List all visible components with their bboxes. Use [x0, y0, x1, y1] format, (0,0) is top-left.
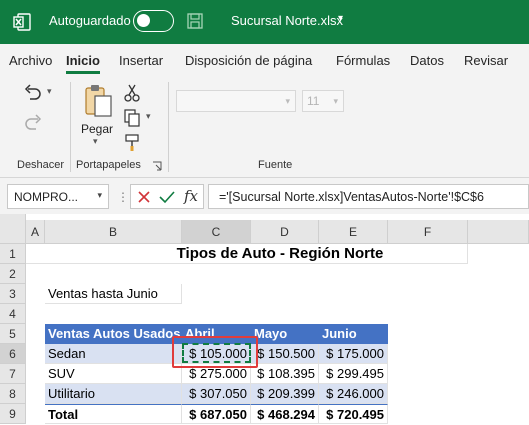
paste-label[interactable]: Pegar [81, 122, 113, 136]
formula-buttons: fx [130, 184, 204, 209]
table-total-cell[interactable]: $ 468.294 [251, 404, 319, 424]
table-header-category[interactable]: Ventas Autos Usados [45, 324, 182, 344]
font-size-select[interactable]: 11 ▾ [302, 90, 344, 112]
row-header-3[interactable]: 3 [0, 284, 26, 304]
column-header-c[interactable]: C [182, 220, 251, 244]
row-header-7[interactable]: 7 [0, 364, 26, 384]
format-painter-icon[interactable] [124, 134, 142, 152]
table-row-label[interactable]: SUV [45, 364, 182, 384]
font-name-dropdown-icon: ▾ [285, 96, 290, 106]
undo-icon[interactable] [22, 84, 44, 102]
table-cell[interactable]: $ 246.000 [319, 384, 388, 404]
highlight-annotation [172, 336, 258, 368]
tab-inicio[interactable]: Inicio [66, 53, 100, 68]
table-cell[interactable]: $ 175.000 [319, 344, 388, 364]
tab-datos[interactable]: Datos [410, 53, 444, 68]
tab-formulas[interactable]: Fórmulas [336, 53, 390, 68]
autosave-label: Autoguardado [49, 13, 131, 28]
copy-icon[interactable] [124, 109, 144, 127]
undo-dropdown-icon[interactable]: ▾ [47, 86, 52, 97]
column-header-d[interactable]: D [251, 220, 319, 244]
tab-disposicion[interactable]: Disposición de página [185, 53, 312, 68]
spreadsheet-grid: A B C D E F 1 2 3 4 5 6 7 8 9 Tipos de A… [0, 214, 529, 424]
toggle-knob [137, 14, 150, 27]
filename-dropdown-icon[interactable]: ▾ [338, 13, 343, 24]
table-cell[interactable]: $ 299.495 [319, 364, 388, 384]
formula-input[interactable]: ='[Sucursal Norte.xlsx]VentasAutos-Norte… [208, 184, 529, 209]
row-header-5[interactable]: 5 [0, 324, 26, 344]
ribbon-separator [70, 82, 71, 172]
tab-insertar[interactable]: Insertar [119, 53, 163, 68]
column-header-a[interactable]: A [26, 220, 45, 244]
cancel-icon[interactable] [137, 190, 151, 204]
table-cell[interactable]: $ 108.395 [251, 364, 319, 384]
excel-logo-icon [13, 13, 31, 31]
copy-dropdown-icon[interactable]: ▾ [146, 111, 151, 122]
cut-icon[interactable] [124, 84, 140, 102]
group-portapapeles-label: Portapapeles [76, 159, 141, 171]
title-bar: Autoguardado Sucursal Norte.xlsx ▾ [0, 0, 529, 44]
row-header-8[interactable]: 8 [0, 384, 26, 404]
subtitle-cell[interactable]: Ventas hasta Junio [45, 284, 182, 304]
name-box-value: NOMPRO... [14, 190, 79, 204]
group-deshacer-label: Deshacer [17, 159, 65, 171]
more-options-icon[interactable]: ⋮ [117, 190, 129, 204]
insert-function-icon[interactable]: fx [184, 187, 198, 205]
paste-dropdown-icon[interactable]: ▾ [93, 136, 98, 147]
table-row-label[interactable]: Utilitario [45, 384, 182, 404]
formula-bar: NOMPRO... ▾ ⋮ fx ='[Sucursal Norte.xlsx]… [0, 178, 529, 214]
table-header-junio[interactable]: Junio [319, 324, 388, 344]
paste-icon[interactable] [84, 84, 114, 118]
table-total-cell[interactable]: $ 687.050 [182, 404, 251, 424]
redo-icon[interactable] [22, 114, 44, 132]
font-name-select[interactable]: ▾ [176, 90, 296, 112]
ribbon-separator [168, 82, 169, 172]
row-header-4[interactable]: 4 [0, 304, 26, 324]
table-row-label[interactable]: Sedan [45, 344, 182, 364]
table-total-label[interactable]: Total [45, 404, 182, 424]
column-header-b[interactable]: B [45, 220, 182, 244]
column-header-g[interactable] [468, 220, 529, 244]
tab-revisar[interactable]: Revisar [464, 53, 508, 68]
table-total-cell[interactable]: $ 720.495 [319, 404, 388, 424]
file-name[interactable]: Sucursal Norte.xlsx [231, 13, 343, 28]
select-all-corner[interactable] [0, 214, 26, 244]
autosave-toggle[interactable] [133, 10, 174, 32]
row-header-1[interactable]: 1 [0, 244, 26, 264]
group-fuente-label: Fuente [258, 159, 293, 171]
name-box-dropdown-icon[interactable]: ▾ [97, 190, 102, 201]
row-header-2[interactable]: 2 [0, 264, 26, 284]
ribbon: ▾ Deshacer Pegar ▾ ▾ Portapapeles ▾ 11 ▾… [0, 76, 529, 178]
ribbon-tabs: Archivo Inicio Insertar Disposición de p… [0, 44, 529, 76]
table-header-mayo[interactable]: Mayo [251, 324, 319, 344]
save-icon[interactable] [186, 12, 204, 30]
font-size-value: 11 [307, 94, 320, 108]
enter-check-icon[interactable] [159, 190, 175, 204]
column-header-e[interactable]: E [319, 220, 388, 244]
table-cell[interactable]: $ 209.399 [251, 384, 319, 404]
row-header-9[interactable]: 9 [0, 404, 26, 424]
column-header-f[interactable]: F [388, 220, 468, 244]
table-cell[interactable]: $ 307.050 [182, 384, 251, 404]
name-box[interactable]: NOMPRO... ▾ [7, 184, 109, 209]
table-cell[interactable]: $ 150.500 [251, 344, 319, 364]
tab-archivo[interactable]: Archivo [9, 53, 52, 68]
active-tab-indicator [66, 71, 100, 74]
dialog-launcher-icon[interactable] [152, 161, 162, 171]
row-header-6[interactable]: 6 [0, 344, 26, 364]
font-size-dropdown-icon: ▾ [333, 96, 338, 106]
sheet-title[interactable]: Tipos de Auto - Región Norte [26, 244, 468, 264]
